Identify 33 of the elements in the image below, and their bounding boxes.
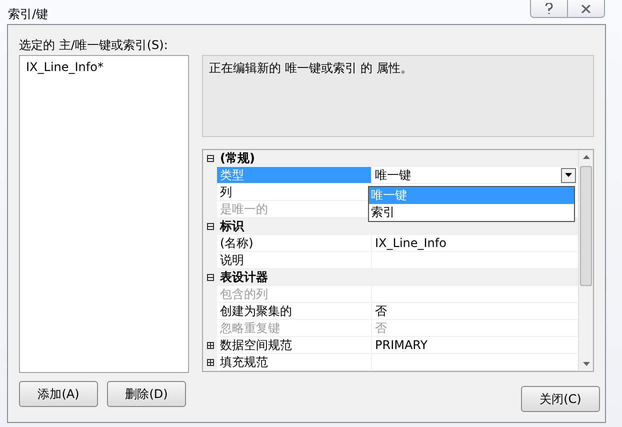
dropdown-button[interactable]: [561, 168, 576, 182]
expand-icon[interactable]: [206, 358, 214, 366]
property-name[interactable]: 列: [217, 184, 372, 200]
question-mark-icon: [545, 3, 553, 14]
property-name[interactable]: 说明: [217, 252, 372, 268]
close-button[interactable]: [568, 0, 605, 18]
property-name[interactable]: 数据空间规范: [217, 337, 372, 353]
collapse-icon[interactable]: [206, 222, 214, 230]
window-title: 索引/键: [8, 6, 48, 23]
property-value: PRIMARY: [375, 337, 428, 353]
help-button[interactable]: [530, 0, 568, 18]
dialog-button[interactable]: 删除(D): [107, 381, 186, 407]
category-header[interactable]: (常规): [217, 150, 578, 166]
list-label: 选定的 主/唯一键或索引(S):: [19, 37, 169, 54]
caret-icon: [565, 173, 572, 177]
category-header[interactable]: 表设计器: [217, 269, 578, 285]
collapse-icon[interactable]: [206, 274, 214, 280]
close-dialog-button[interactable]: 关闭(C): [521, 386, 600, 412]
description-box: 正在编辑新的 唯一键或索引 的 属性。: [202, 55, 594, 137]
property-value: IX_Line_Info: [375, 235, 446, 251]
close-icon: [581, 4, 591, 12]
property-name[interactable]: 填充规范: [217, 354, 372, 370]
expand-icon[interactable]: [206, 342, 214, 348]
scroll-down-arrow-icon[interactable]: [582, 362, 590, 366]
scrollbar[interactable]: [578, 150, 593, 371]
property-value: 唯一键: [375, 167, 411, 183]
property-value: 否: [375, 320, 387, 336]
dialog-button[interactable]: 添加(A): [19, 381, 98, 407]
scroll-up-arrow-icon[interactable]: [582, 155, 590, 159]
property-name[interactable]: 创建为聚集的: [217, 303, 372, 319]
index-list-item[interactable]: IX_Line_Info*: [24, 59, 184, 75]
property-value: 否: [375, 303, 387, 319]
collapse-icon[interactable]: [206, 154, 214, 162]
